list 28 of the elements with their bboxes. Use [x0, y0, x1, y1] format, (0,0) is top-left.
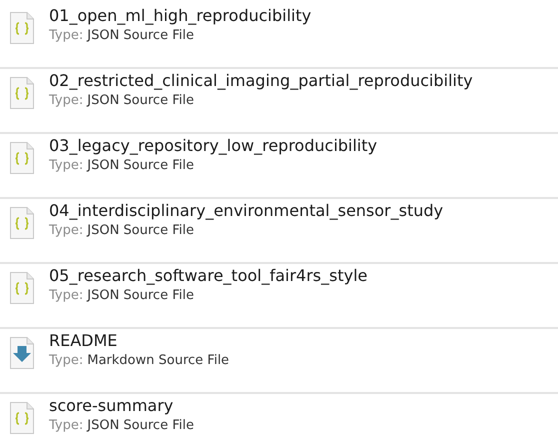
type-label: Type:: [49, 288, 84, 303]
json-file-icon: [10, 12, 34, 44]
json-file-icon: [10, 77, 34, 109]
file-name[interactable]: 02_restricted_clinical_imaging_partial_reproducibility: [49, 71, 473, 90]
file-type: JSON Source File: [87, 418, 194, 433]
type-label: Type:: [49, 418, 84, 433]
file-name[interactable]: 03_legacy_repository_low_reproducibility: [49, 136, 378, 155]
file-type: JSON Source File: [87, 223, 194, 238]
type-label: Type:: [49, 353, 84, 368]
json-file-icon: [10, 142, 34, 174]
download-arrow-file-icon: [10, 337, 34, 369]
type-label: Type:: [49, 158, 84, 173]
file-type: JSON Source File: [87, 288, 194, 303]
file-name[interactable]: 01_open_ml_high_reproducibility: [49, 6, 312, 25]
json-file-icon: [10, 402, 34, 434]
json-file-icon: [10, 272, 34, 304]
json-file-icon: [10, 207, 34, 239]
file-name[interactable]: README: [49, 331, 230, 350]
file-type: Markdown Source File: [87, 353, 230, 368]
file-name[interactable]: 04_interdisciplinary_environmental_sensor_study: [49, 201, 444, 220]
file-type: JSON Source File: [87, 28, 194, 43]
file-name[interactable]: 05_research_software_tool_fair4rs_style: [49, 266, 368, 285]
type-label: Type:: [49, 28, 84, 43]
type-label: Type:: [49, 93, 84, 108]
file-name[interactable]: score-summary: [49, 396, 194, 415]
type-label: Type:: [49, 223, 84, 238]
file-type: JSON Source File: [87, 158, 194, 173]
file-type: JSON Source File: [87, 93, 194, 108]
